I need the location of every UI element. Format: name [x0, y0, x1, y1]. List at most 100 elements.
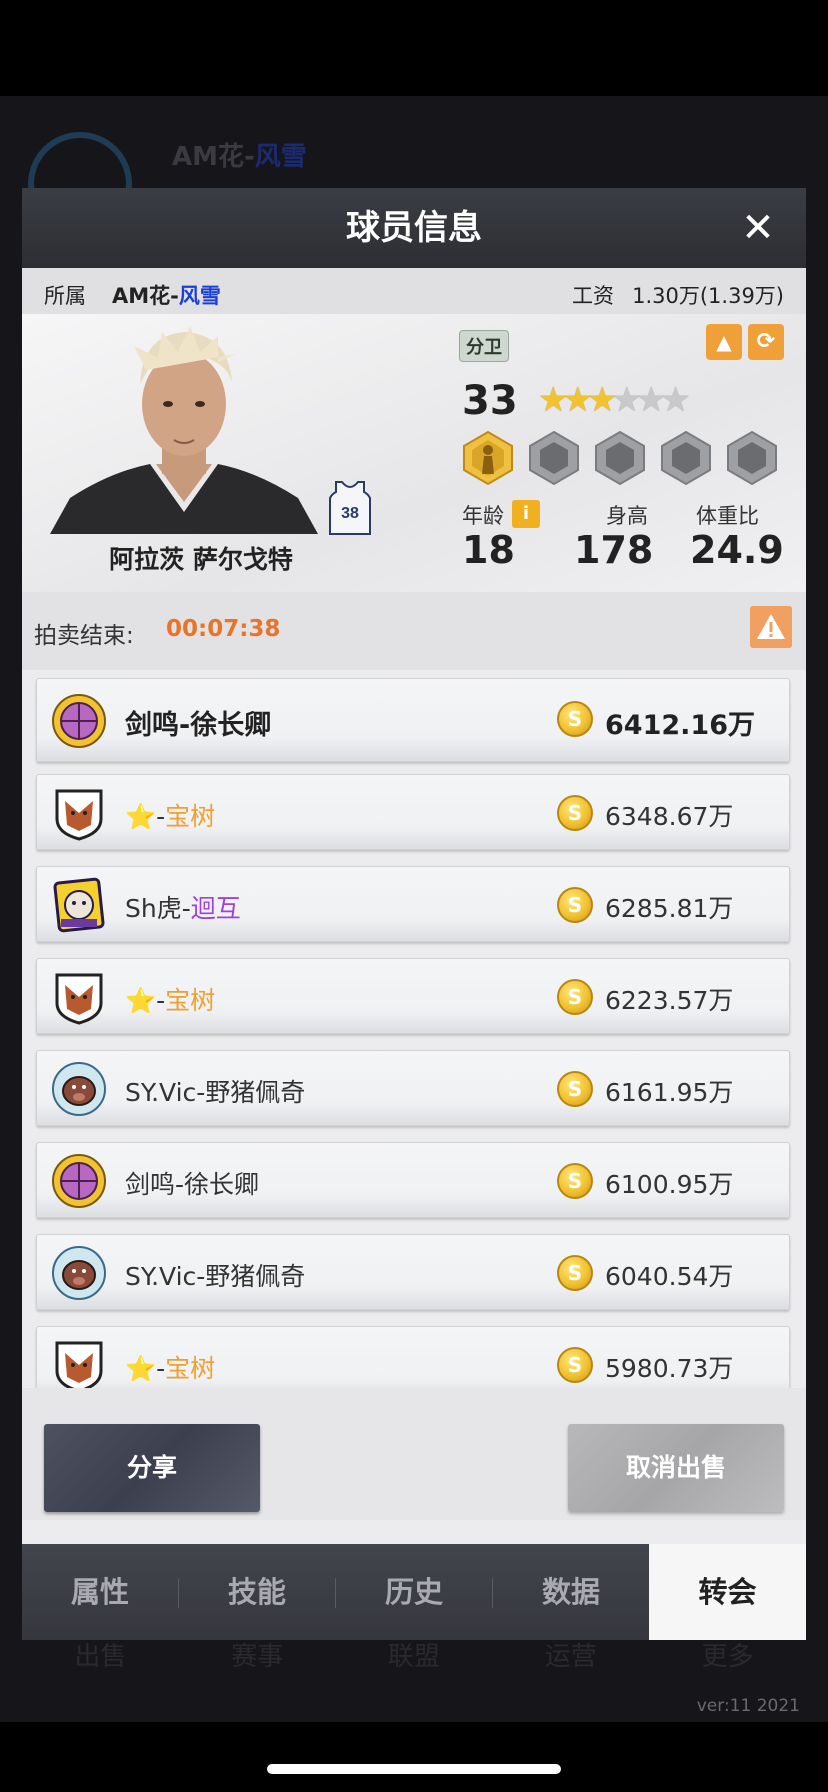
- tab-data[interactable]: 数据: [493, 1544, 649, 1640]
- coin-icon: S: [557, 1347, 593, 1383]
- coin-icon: S: [557, 979, 593, 1015]
- bidder-name: ⭐-宝树: [125, 1354, 216, 1383]
- age-label: 年龄: [462, 504, 504, 528]
- star-icon: ★: [660, 380, 691, 420]
- bidder-name: SY.Vic-野猪佩奇: [125, 1078, 306, 1107]
- warning-icon[interactable]: [750, 606, 792, 648]
- skill-slot-empty-icon[interactable]: [592, 430, 648, 486]
- star-icon: ★: [538, 380, 569, 420]
- bid-row[interactable]: Sh虎-迴互 S 6285.81万: [36, 866, 790, 942]
- close-button[interactable]: ✕: [736, 206, 780, 250]
- coin-icon: S: [557, 701, 593, 737]
- info-icon[interactable]: i: [512, 500, 540, 528]
- star-icon: ★: [611, 380, 642, 420]
- basketball-badge-icon: [52, 694, 106, 748]
- star-icon: ★: [586, 380, 618, 420]
- bid-amount: 6348.67万: [605, 802, 734, 831]
- bidder-name: 剑鸣-徐长卿: [125, 710, 272, 741]
- swap-icon[interactable]: ⟳: [748, 324, 784, 360]
- bidder-name: SY.Vic-野猪佩奇: [125, 1262, 306, 1291]
- bid-amount: 6100.95万: [605, 1170, 734, 1199]
- share-button[interactable]: 分享: [44, 1424, 260, 1512]
- bidder-name: ⭐-宝树: [125, 986, 216, 1015]
- bid-row[interactable]: ⭐-宝树 S 6223.57万: [36, 958, 790, 1034]
- modal-title: 球员信息: [346, 208, 482, 248]
- bid-amount: 6040.54万: [605, 1262, 734, 1291]
- salary-label: 工资: [572, 284, 614, 308]
- tab-bar: 属性 技能 历史 数据 转会: [22, 1544, 806, 1640]
- tab-transfer[interactable]: 转会: [649, 1544, 806, 1640]
- player-portrait: [50, 326, 318, 534]
- background-nav-item: 出售: [74, 1642, 127, 1672]
- background-nav-item: 更多: [701, 1642, 754, 1672]
- boar-round-icon: [52, 1246, 106, 1300]
- height-label: 身高: [606, 504, 648, 528]
- bid-row[interactable]: SY.Vic-野猪佩奇 S 6161.95万: [36, 1050, 790, 1126]
- player-name: 阿拉茨 萨尔戈特: [109, 545, 293, 574]
- tiger-emblem-icon: [53, 877, 105, 933]
- modal-header: 球员信息 ✕: [22, 188, 806, 268]
- bid-list: 剑鸣-徐长卿 S 6412.16万 ⭐-宝树 S 6348.67万 Sh虎-迴互 S 6285.…: [22, 670, 806, 1388]
- bid-amount: 6285.81万: [605, 894, 734, 923]
- tab-attributes[interactable]: 属性: [22, 1544, 178, 1640]
- bid-row[interactable]: 剑鸣-徐长卿 S 6412.16万: [36, 678, 790, 762]
- height-value: 178: [574, 528, 654, 572]
- boar-round-icon: [52, 1062, 106, 1116]
- salary-value: 1.30万(1.39万): [632, 284, 784, 308]
- auction-bar: 拍卖结束: 00:07:38: [22, 592, 806, 670]
- bid-amount: 6223.57万: [605, 986, 734, 1015]
- background-nav-item: 赛事: [231, 1642, 284, 1672]
- bid-amount: 5980.73万: [605, 1354, 734, 1383]
- background-nav: 出售 赛事 联盟 运营 更多: [22, 1636, 806, 1673]
- basketball-badge-icon: [52, 1154, 106, 1208]
- bid-row[interactable]: 剑鸣-徐长卿 S 6100.95万: [36, 1142, 790, 1218]
- bid-row[interactable]: ⭐-宝树 S 6348.67万: [36, 774, 790, 850]
- age-value: 18: [462, 528, 515, 572]
- tab-skills[interactable]: 技能: [179, 1544, 335, 1640]
- background-team-name: AM花-风雪: [172, 142, 307, 172]
- boar-shield-icon: [55, 973, 103, 1025]
- background-nav-item: 联盟: [387, 1642, 440, 1672]
- boar-shield-icon: [55, 1341, 103, 1388]
- affiliation-label: 所属: [44, 284, 86, 308]
- auction-countdown: 00:07:38: [166, 616, 281, 642]
- affiliation-team: AM花-风雪: [112, 284, 221, 308]
- jersey-number: 38: [341, 505, 359, 522]
- player-panel: 38 阿拉茨 萨尔戈特 分卫 ▲ ⟳ 33 ★★★★★★ 年龄 i 身高 体重比…: [22, 314, 806, 592]
- tab-history[interactable]: 历史: [336, 1544, 492, 1640]
- boar-shield-icon: [55, 789, 103, 841]
- weight-ratio-value: 24.9: [690, 528, 784, 572]
- fire-icon[interactable]: ▲: [706, 324, 742, 360]
- coin-icon: S: [557, 887, 593, 923]
- skill-slot-empty-icon[interactable]: [658, 430, 714, 486]
- overall-rating: 33: [462, 378, 518, 424]
- coin-icon: S: [557, 1255, 593, 1291]
- star-icon: ★: [562, 380, 593, 420]
- bidder-name: Sh虎-迴互: [125, 894, 241, 923]
- skill-slot-empty-icon[interactable]: [526, 430, 582, 486]
- home-indicator[interactable]: [267, 1764, 561, 1774]
- bid-amount: 6161.95万: [605, 1078, 734, 1107]
- skill-slot-empty-icon[interactable]: [724, 430, 780, 486]
- player-info-modal: 球员信息 ✕ 所属 AM花-风雪 工资 1.30万(1.39万) 38 阿拉茨 …: [22, 188, 806, 1640]
- bid-row[interactable]: ⭐-宝树 S 5980.73万: [36, 1326, 790, 1388]
- background-nav-item: 运营: [544, 1642, 597, 1672]
- version-label: ver:11 2021: [696, 1696, 800, 1716]
- bid-row[interactable]: SY.Vic-野猪佩奇 S 6040.54万: [36, 1234, 790, 1310]
- coin-icon: S: [557, 1163, 593, 1199]
- jersey-icon: 38: [329, 481, 371, 535]
- star-rating: ★★★★★★: [538, 380, 691, 420]
- bid-amount: 6412.16万: [605, 710, 755, 741]
- action-bar: 分享 取消出售: [22, 1388, 806, 1520]
- coin-icon: S: [557, 1071, 593, 1107]
- bidder-name: ⭐-宝树: [125, 802, 216, 831]
- cancel-sale-button[interactable]: 取消出售: [568, 1424, 784, 1512]
- coin-icon: S: [557, 795, 593, 831]
- skill-slot-gold-icon[interactable]: [460, 430, 516, 486]
- info-bar: 所属 AM花-风雪 工资 1.30万(1.39万): [22, 268, 806, 314]
- star-icon: ★: [635, 380, 667, 420]
- skill-slots: [460, 430, 800, 490]
- weight-ratio-label: 体重比: [696, 504, 759, 528]
- auction-end-label: 拍卖结束:: [34, 623, 134, 649]
- position-badge: 分卫: [459, 330, 509, 362]
